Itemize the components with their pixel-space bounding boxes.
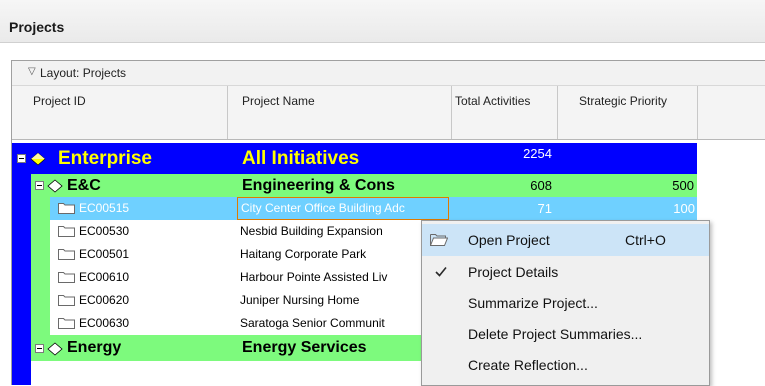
panel-title: Projects — [9, 19, 65, 35]
table-row-group-ec[interactable]: E&C Engineering & Cons 608 500 — [31, 174, 697, 197]
collapse-icon[interactable] — [35, 344, 44, 353]
column-header-project-name[interactable]: Project Name — [228, 86, 452, 139]
project-name: Nesbid Building Expansion — [240, 224, 383, 238]
collapse-icon[interactable] — [35, 181, 44, 190]
group-total: 608 — [530, 178, 552, 193]
menu-item-project-details[interactable]: Project Details — [422, 256, 709, 288]
enterprise-total: 2254 — [523, 146, 552, 161]
folder-icon — [58, 318, 75, 329]
column-header-strategic-priority[interactable]: Strategic Priority — [558, 86, 698, 139]
group-id: Energy — [67, 339, 122, 356]
folder-icon — [58, 249, 75, 260]
folder-icon — [58, 226, 75, 237]
menu-item-open-project[interactable]: Open Project Ctrl+O — [422, 224, 709, 256]
group-id: E&C — [67, 177, 101, 194]
project-name: Juniper Nursing Home — [240, 293, 360, 307]
project-id: EC00610 — [79, 270, 130, 284]
column-header-project-id[interactable]: Project ID — [12, 86, 228, 139]
group-name: Engineering & Cons — [242, 177, 395, 194]
shortcut-label: Ctrl+O — [625, 232, 666, 248]
table-row-enterprise[interactable]: Enterprise All Initiatives 2254 — [12, 143, 697, 174]
menu-item-create-reflection[interactable]: Create Reflection... — [422, 349, 709, 381]
group-name: Energy Services — [242, 339, 367, 356]
context-menu: Open Project Ctrl+O Project Details Summ… — [421, 220, 710, 386]
project-id: EC00515 — [79, 201, 130, 215]
folder-icon — [58, 272, 75, 283]
enterprise-name: All Initiatives — [242, 148, 360, 169]
diamond-icon — [30, 152, 46, 166]
diamond-icon — [47, 179, 63, 193]
layout-bar[interactable]: ▽ Layout: Projects — [12, 61, 765, 86]
folder-icon — [58, 295, 75, 306]
menu-item-summarize-project[interactable]: Summarize Project... — [422, 287, 709, 319]
collapse-icon[interactable] — [17, 154, 26, 163]
table-row[interactable]: EC00515 City Center Office Building Adc … — [50, 197, 697, 220]
project-priority: 100 — [673, 201, 695, 216]
checkmark-icon — [435, 266, 447, 277]
project-name: Harbour Pointe Assisted Liv — [240, 270, 388, 284]
project-id: EC00630 — [79, 316, 130, 330]
group-priority: 500 — [672, 178, 694, 193]
project-name-cell-selected[interactable]: City Center Office Building Adc — [237, 197, 449, 220]
folder-icon — [58, 203, 75, 214]
project-name: Haitang Corporate Park — [240, 247, 367, 261]
project-total: 71 — [537, 201, 552, 216]
projects-panel-header: Projects — [0, 0, 765, 43]
enterprise-id: Enterprise — [58, 148, 152, 169]
project-id: EC00530 — [79, 224, 130, 238]
column-header-total-activities[interactable]: Total Activities — [452, 86, 558, 139]
layout-label[interactable]: Layout: Projects — [40, 66, 126, 80]
project-name: Saratoga Senior Communit — [240, 316, 385, 330]
column-header-row: Project ID Project Name Total Activities… — [12, 86, 765, 140]
menu-item-delete-project-summaries[interactable]: Delete Project Summaries... — [422, 318, 709, 350]
project-id: EC00620 — [79, 293, 130, 307]
folder-open-icon — [430, 234, 448, 246]
chevron-down-icon[interactable]: ▽ — [28, 66, 36, 77]
project-id: EC00501 — [79, 247, 130, 261]
diamond-icon — [47, 342, 63, 356]
